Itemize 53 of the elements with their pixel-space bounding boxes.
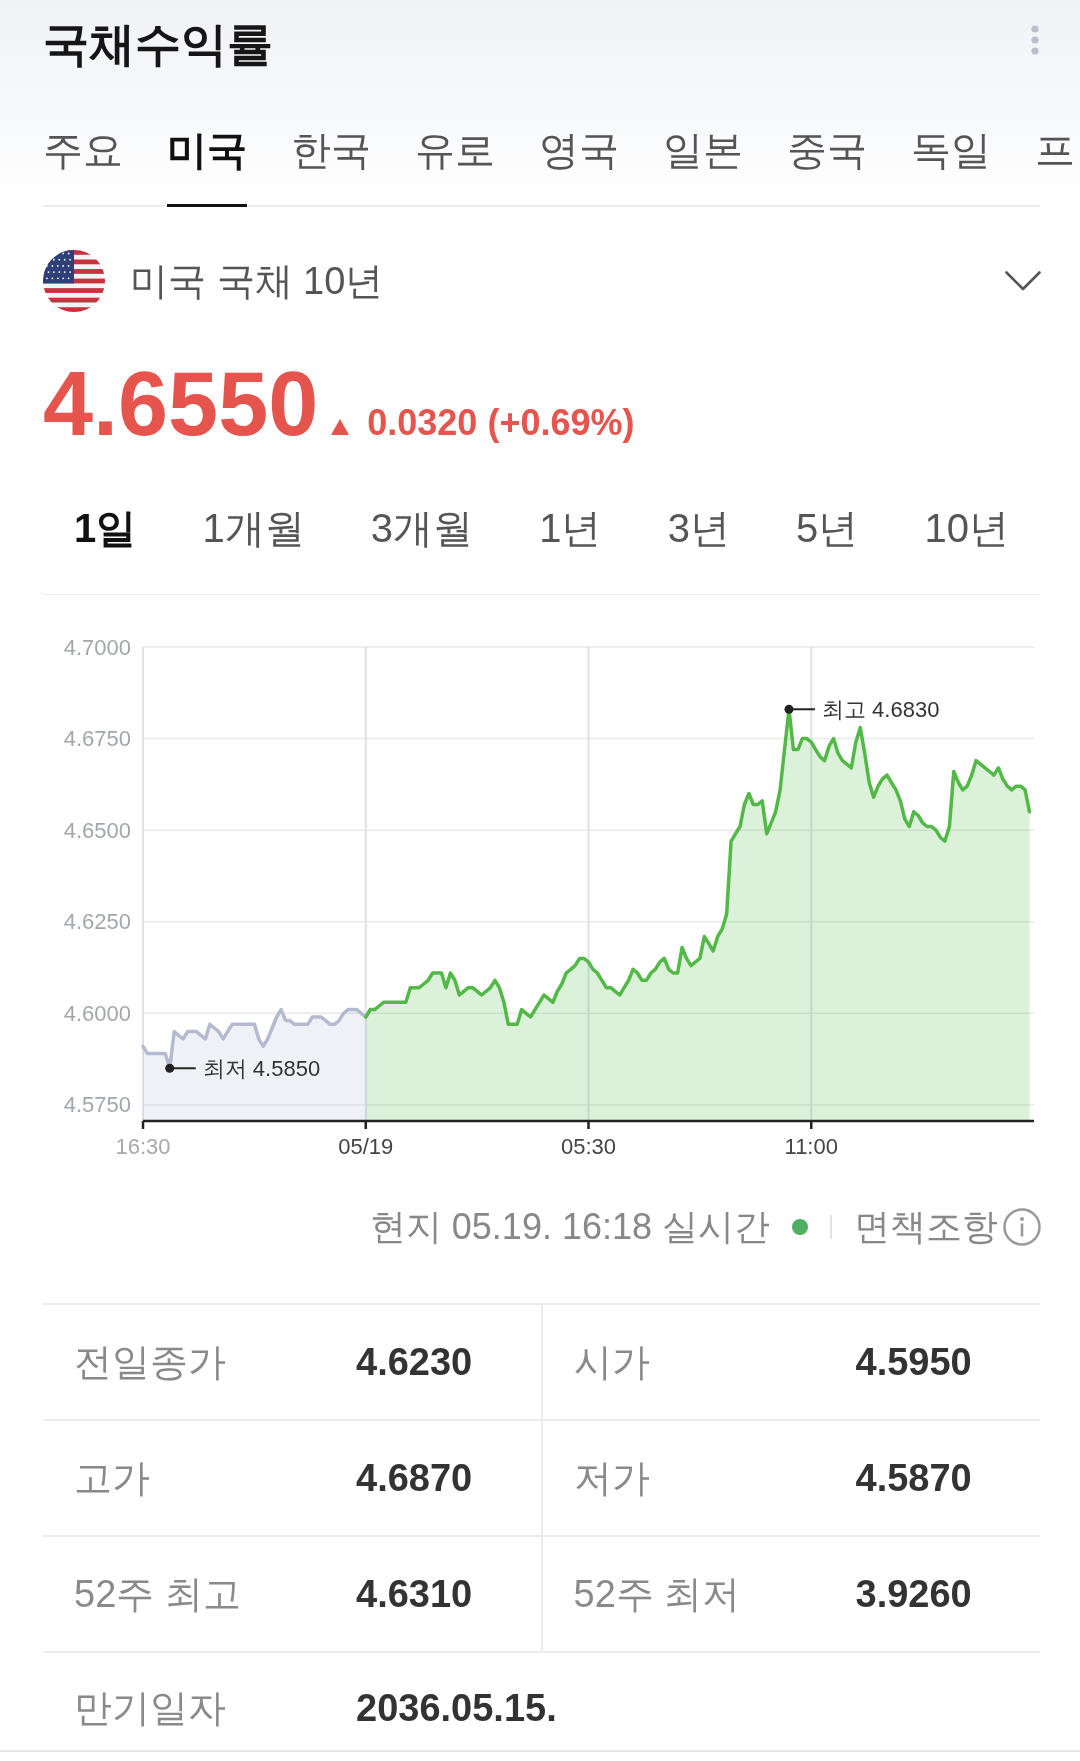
stat-value: 4.5950	[855, 1340, 972, 1385]
country-tab[interactable]: 독일	[911, 122, 991, 207]
period-tab[interactable]: 1개월	[202, 500, 305, 556]
y-axis-label: 4.7000	[63, 634, 131, 660]
country-tab[interactable]: 프	[1035, 122, 1075, 207]
y-axis-label: 4.5750	[63, 1092, 131, 1118]
period-tab[interactable]: 1년	[539, 500, 602, 556]
instrument-name: 미국 국채 10년	[130, 259, 384, 304]
country-tab[interactable]: 중국	[787, 122, 867, 207]
stat-label: 시가	[572, 1340, 651, 1385]
page-title: 국채수익률	[43, 18, 273, 70]
annotation-label: 최저 4.5850	[202, 1055, 321, 1081]
country-tab[interactable]: 한국	[291, 122, 371, 207]
stat-label: 52주 최고	[73, 1572, 242, 1617]
stat-label: 52주 최저	[572, 1572, 742, 1617]
stat-label: 만기일자	[73, 1686, 227, 1731]
x-axis-label: 05/19	[338, 1133, 394, 1159]
period-tab[interactable]: 3년	[667, 500, 730, 556]
live-dot-icon	[792, 1219, 808, 1235]
price-change: 0.0320 (+0.69%)	[367, 405, 635, 441]
y-axis-label: 4.6000	[63, 1000, 131, 1026]
y-axis-label: 4.6750	[63, 726, 131, 752]
price-value: 4.6550	[43, 359, 319, 449]
stat-label: 전일종가	[73, 1340, 227, 1385]
country-tab[interactable]: 미국	[167, 122, 247, 207]
stat-value: 4.6310	[356, 1572, 473, 1617]
stat-value: 3.9260	[855, 1572, 972, 1617]
annotation-label: 최고 4.6830	[821, 696, 940, 722]
stat-label: 고가	[73, 1456, 151, 1501]
chevron-down-icon[interactable]	[1005, 271, 1041, 291]
x-axis-label: 05:30	[560, 1133, 617, 1159]
period-tab[interactable]: 5년	[796, 500, 859, 556]
disclaimer-link[interactable]: 면책조항	[854, 1203, 1041, 1251]
point-marker	[165, 1063, 175, 1073]
stat-value: 2036.05.15.	[356, 1686, 557, 1731]
stat-label: 저가	[572, 1456, 651, 1501]
country-tab[interactable]: 영국	[539, 122, 619, 207]
x-axis-label: 11:00	[784, 1133, 838, 1159]
y-axis-label: 4.6500	[63, 817, 131, 843]
stat-value: 4.6230	[356, 1340, 473, 1385]
period-tab[interactable]: 3개월	[370, 500, 474, 556]
period-tab[interactable]: 10년	[924, 500, 1009, 556]
point-marker	[784, 704, 794, 714]
y-axis-label: 4.6250	[63, 909, 131, 935]
stat-value: 4.5870	[855, 1456, 972, 1501]
info-icon	[1003, 1208, 1041, 1246]
country-tab[interactable]: 주요	[43, 122, 123, 207]
x-axis-label: 16:30	[115, 1133, 171, 1159]
country-tab[interactable]: 유로	[415, 122, 495, 207]
stat-value: 4.6870	[356, 1456, 473, 1501]
period-tab[interactable]: 1일	[74, 500, 137, 556]
country-tab[interactable]: 일본	[663, 122, 743, 207]
update-time: 현지 05.19. 16:18 실시간	[369, 1205, 770, 1249]
